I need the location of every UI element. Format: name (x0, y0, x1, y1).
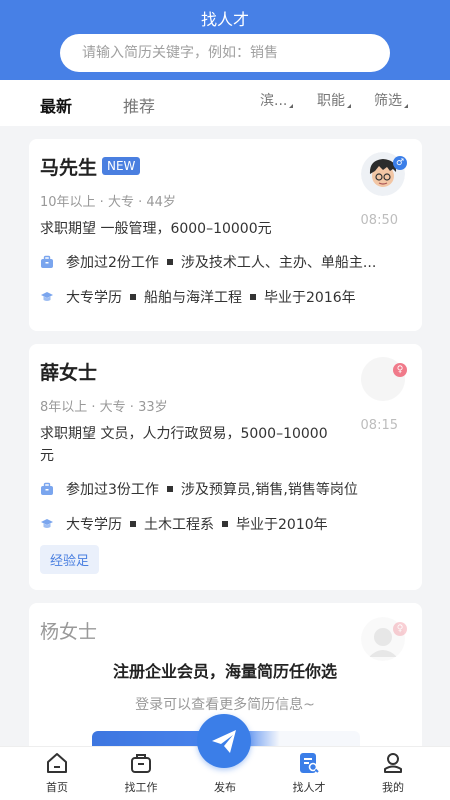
tab-bar: 最新 推荐 滨... 职能 筛选 (0, 80, 450, 126)
male-gender-icon: ♂ (393, 156, 407, 170)
filter-function[interactable]: 职能 (317, 90, 351, 110)
nav-mine[interactable]: 我的 (363, 751, 423, 795)
job-expectation: 求职期望 一般管理，6000–10000元 (40, 221, 272, 237)
dropdown-triangle-icon (404, 104, 408, 108)
filter-location[interactable]: 滨... (260, 90, 294, 110)
education-major: 土木工程系 (144, 517, 214, 533)
tab-recommend[interactable]: 推荐 (123, 93, 155, 117)
education-row: 大专学历 船舶与海洋工程 毕业于2016年 (40, 287, 356, 307)
briefcase-icon (41, 482, 53, 495)
work-summary: 参加过2份工作 (66, 255, 159, 271)
header-bar: 找人才 请输入简历关键字，例如：销售 (0, 0, 450, 80)
work-detail: 涉及技术工人、主办、单船主... (180, 255, 377, 271)
update-time: 08:15 (360, 418, 398, 433)
nav-home[interactable]: 首页 (27, 751, 87, 795)
candidate-name: 马先生 (40, 157, 98, 179)
filter-more[interactable]: 筛选 (374, 90, 408, 110)
paper-plane-icon (212, 730, 236, 753)
briefcase-icon (41, 255, 53, 268)
candidate-meta: 10年以上 · 大专 · 44岁 (40, 195, 176, 210)
separator-square (250, 294, 256, 300)
nav-publish-label: 发布 (214, 781, 236, 794)
female-gender-icon: ♀ (393, 622, 407, 636)
graduation-cap-icon (41, 519, 53, 528)
work-experience-row: 参加过3份工作 涉及预算员,销售,销售等岗位 (40, 479, 358, 499)
user-icon (384, 753, 402, 773)
resume-card[interactable]: 马先生 NEW 10年以上 · 大专 · 44岁 求职期望 一般管理，6000–… (29, 139, 422, 331)
education-level: 大专学历 (66, 517, 122, 533)
new-badge: NEW (102, 157, 141, 175)
separator-square (166, 486, 173, 492)
work-detail: 涉及预算员,销售,销售等岗位 (180, 482, 358, 498)
briefcase-icon (131, 754, 151, 773)
job-expectation: 求职期望 文员，人力行政贸易，5000–10000元 (40, 426, 328, 464)
education-row: 大专学历 土木工程系 毕业于2010年 (40, 514, 328, 534)
login-hint: 登录可以查看更多简历信息~ (135, 697, 315, 713)
education-level: 大专学历 (66, 290, 122, 306)
tab-latest[interactable]: 最新 (40, 93, 72, 117)
nav-find-talent[interactable]: 找人才 (279, 751, 339, 795)
register-prompt: 注册企业会员，海量简历任你选 (112, 662, 337, 681)
nav-find-job[interactable]: 找工作 (111, 751, 171, 795)
separator-square (222, 521, 228, 527)
graduation-year: 毕业于2010年 (236, 517, 328, 533)
update-time: 08:50 (360, 213, 398, 228)
nav-find-job-label: 找工作 (124, 781, 158, 794)
search-input[interactable]: 请输入简历关键字，例如：销售 (60, 34, 390, 72)
filter-location-label: 滨... (260, 93, 288, 109)
nav-home-label: 首页 (46, 781, 68, 794)
home-icon (47, 753, 67, 773)
filter-function-label: 职能 (317, 93, 345, 109)
candidate-name: 杨女士 (40, 621, 98, 643)
separator-square (130, 294, 136, 300)
education-major: 船舶与海洋工程 (144, 290, 242, 306)
separator-square (166, 259, 173, 265)
resume-search-icon (300, 753, 319, 773)
graduation-cap-icon (41, 292, 53, 301)
resume-card[interactable]: 薛女士 8年以上 · 大专 · 33岁 求职期望 文员，人力行政贸易，5000–… (29, 344, 422, 590)
publish-button[interactable] (197, 714, 251, 768)
work-experience-row: 参加过2份工作 涉及技术工人、主办、单船主... (40, 252, 376, 272)
candidate-name: 薛女士 (40, 362, 98, 384)
experience-tag: 经验足 (40, 545, 100, 574)
dropdown-triangle-icon (289, 104, 294, 108)
nav-mine-label: 我的 (382, 781, 404, 794)
nav-find-talent-label: 找人才 (292, 781, 326, 794)
separator-square (130, 521, 136, 527)
work-summary: 参加过3份工作 (66, 482, 159, 498)
graduation-year: 毕业于2016年 (264, 290, 356, 306)
female-gender-icon: ♀ (393, 363, 407, 377)
filter-more-label: 筛选 (374, 93, 402, 109)
nav-publish[interactable]: 发布 (195, 779, 255, 795)
candidate-meta: 8年以上 · 大专 · 33岁 (40, 400, 168, 415)
page-title: 找人才 (200, 10, 249, 29)
dropdown-triangle-icon (347, 104, 351, 108)
